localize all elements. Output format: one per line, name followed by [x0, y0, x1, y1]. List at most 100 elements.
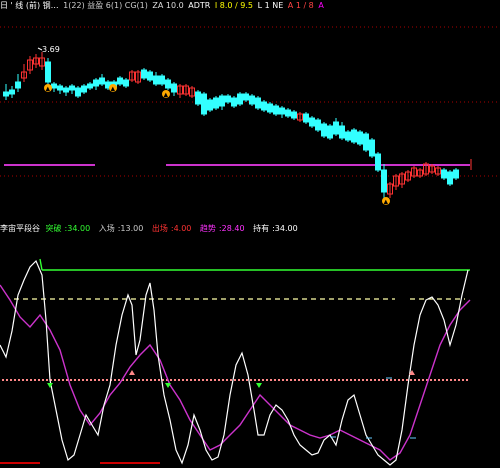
candle — [75, 86, 81, 98]
candle — [93, 78, 99, 90]
candle — [15, 74, 21, 92]
candle-body — [279, 107, 285, 115]
candle-body — [57, 85, 63, 91]
candle — [141, 68, 147, 80]
candle — [279, 106, 285, 118]
candle — [315, 118, 321, 132]
candle-body — [249, 95, 255, 105]
candle — [51, 82, 57, 92]
candle — [3, 84, 9, 100]
header-item-1: 1(22) 益盈 6(1) CG(1) — [63, 1, 148, 10]
candle-body — [87, 83, 93, 89]
candle-body — [117, 77, 123, 85]
candle-body — [315, 119, 321, 131]
candle — [441, 168, 447, 180]
candle-body — [3, 91, 9, 97]
candle-body — [63, 87, 69, 93]
candle — [339, 122, 345, 140]
breakout-level-tick — [39, 258, 43, 271]
candle-body — [285, 109, 291, 117]
main-chart-header: 日 ' 线 (前) 钢… 1(22) 益盈 6(1) CG(1) ZA 10.0… — [0, 0, 500, 14]
candle — [207, 98, 213, 112]
candle-body — [123, 79, 129, 87]
candle — [309, 116, 315, 128]
candlestick-chart[interactable]: 3.69 ▲ ▲ ▲ ▲ — [0, 14, 500, 229]
candle — [357, 130, 363, 146]
candle — [243, 92, 249, 102]
candle-body — [357, 131, 363, 145]
candle — [405, 170, 411, 182]
stock-title: 日 ' 线 (前) 钢… — [0, 1, 59, 10]
candle — [429, 164, 435, 174]
buy-arrow — [47, 383, 53, 388]
candle-body — [213, 97, 219, 109]
candle-body — [237, 93, 243, 105]
header-item-3: ADTR — [188, 1, 211, 10]
candle — [345, 130, 351, 142]
header-item-7: A — [318, 1, 324, 10]
indicator-static — [0, 258, 470, 464]
candle — [99, 74, 105, 86]
candle — [39, 52, 45, 70]
candle — [129, 70, 135, 82]
signal-marker-glyph: ▲ — [46, 86, 51, 93]
candle — [231, 96, 237, 108]
candle — [45, 58, 51, 86]
candle — [435, 166, 441, 176]
candle-body — [321, 123, 327, 137]
candle-body — [381, 169, 387, 193]
signal-marker-glyph: ▲ — [111, 86, 116, 93]
candle — [195, 90, 201, 106]
candle-body — [207, 99, 213, 111]
oscillator-line — [0, 259, 469, 466]
candle — [69, 84, 75, 94]
candle-body — [303, 113, 309, 123]
header-item-4: I 8.0 / 9.5 — [214, 1, 254, 10]
candle — [327, 124, 333, 140]
candle-body — [93, 79, 99, 87]
candle-body — [369, 139, 375, 157]
header-item-2: ZA 10.0 — [152, 1, 184, 10]
candle — [87, 82, 93, 90]
candle — [375, 152, 381, 172]
candle-body — [159, 75, 165, 85]
candle-body — [15, 81, 21, 89]
candle-body — [165, 79, 171, 89]
candle — [333, 118, 339, 136]
candle-body — [231, 97, 237, 107]
candle-body — [255, 97, 261, 109]
candle — [417, 168, 423, 178]
candle — [399, 172, 405, 188]
candle — [351, 128, 357, 144]
candle — [297, 112, 303, 122]
header-item-5: L 1 NE — [257, 1, 284, 10]
candle-body — [261, 101, 267, 111]
candle — [255, 96, 261, 110]
candle-body — [51, 83, 57, 89]
candle-body — [351, 129, 357, 143]
candle — [183, 84, 189, 96]
candle-body — [99, 77, 105, 85]
signal-marker-glyph: ▲ — [164, 92, 169, 99]
buy-arrow — [256, 383, 262, 388]
candle — [369, 138, 375, 158]
candle-body — [75, 87, 81, 97]
candle — [165, 78, 171, 90]
candle-body — [147, 71, 153, 81]
candle — [249, 94, 255, 106]
candle — [189, 86, 195, 98]
candle — [33, 54, 39, 68]
candle — [411, 166, 417, 178]
candle-body — [69, 85, 75, 91]
candle — [291, 110, 297, 120]
candle-body — [327, 125, 333, 139]
candle — [153, 72, 159, 86]
candle-body — [273, 105, 279, 115]
candle-body — [81, 85, 87, 93]
candle-body — [441, 169, 447, 179]
indicator-chart[interactable] — [0, 235, 500, 468]
candle-body — [45, 61, 51, 83]
candle — [177, 84, 183, 98]
high-price-label: 3.69 — [42, 45, 60, 54]
candle-body — [291, 111, 297, 119]
